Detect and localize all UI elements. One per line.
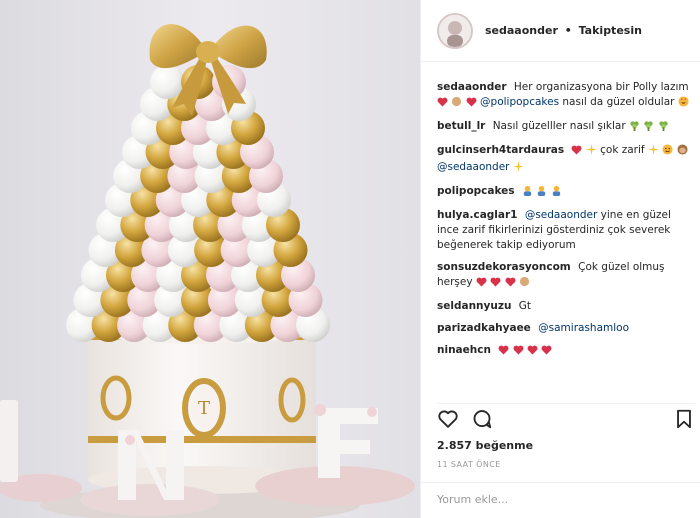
comment-text: çok zarif xyxy=(600,144,645,156)
heart-emoji-icon xyxy=(527,345,538,360)
caption: sedaaonder Her organizasyona bir Polly l… xyxy=(437,80,695,112)
post-details-panel: sedaaonder • Takiptesin sedaaonder Her o… xyxy=(420,0,700,518)
comment-item: polipopcakes xyxy=(437,184,695,201)
post-timestamp: 11 SAAT ÖNCE xyxy=(437,460,501,469)
sparkle-emoji-icon xyxy=(647,144,659,160)
heart-outline-icon xyxy=(438,410,458,428)
comment-text: Gt xyxy=(518,300,532,312)
author-avatar[interactable] xyxy=(437,12,473,49)
heart-emoji-icon xyxy=(437,97,448,112)
comment-button[interactable] xyxy=(471,408,493,430)
post-photo[interactable]: T xyxy=(0,0,420,518)
post-actions xyxy=(437,408,695,430)
cake-photo: T xyxy=(0,0,420,518)
bouquet-emoji-icon xyxy=(643,120,654,136)
comment-username[interactable]: hulya.caglar1 xyxy=(437,209,517,221)
bouquet-emoji-icon xyxy=(658,120,669,136)
comment-item: gulcinserh4tardauras çok zarif @sedaaond… xyxy=(437,143,695,177)
bowing-person-emoji-icon xyxy=(522,185,533,201)
comment-text: Nasıl güzelller nasıl şıklar xyxy=(492,120,626,132)
monkey-emoji-icon xyxy=(677,144,688,160)
mention-link[interactable]: @samirashamloo xyxy=(538,322,629,334)
bowing-person-emoji-icon xyxy=(551,185,562,201)
comment-username[interactable]: parizadkahyaee xyxy=(437,322,531,334)
comment-username[interactable]: betull_lr xyxy=(437,120,485,132)
comments-list: sedaaonder Her organizasyona bir Polly l… xyxy=(437,80,695,367)
heart-emoji-icon xyxy=(490,277,501,292)
heart-emoji-icon xyxy=(498,345,509,360)
mention-link[interactable]: @sedaaonder xyxy=(437,161,510,173)
sparkle-emoji-icon xyxy=(585,144,597,160)
caption-text: Her organizasyona bir Polly lazım xyxy=(513,81,689,93)
cake-monogram: T xyxy=(198,398,210,419)
author-username[interactable]: sedaaonder xyxy=(485,24,558,37)
clap-emoji-icon xyxy=(451,96,462,112)
heart-emoji-icon xyxy=(505,277,516,292)
smile-emoji-icon xyxy=(662,144,673,160)
add-comment-input[interactable]: Yorum ekle... xyxy=(437,493,508,506)
header-separator: • xyxy=(564,24,572,37)
comment-item: parizadkahyaee @samirashamloo xyxy=(437,321,695,336)
like-button[interactable] xyxy=(437,408,459,430)
comment-username[interactable]: gulcinserh4tardauras xyxy=(437,144,564,156)
add-comment-bar: Yorum ekle... xyxy=(421,482,700,518)
comment-bubble-icon xyxy=(473,410,492,429)
follow-status[interactable]: Takiptesin xyxy=(579,24,642,37)
comment-item: hulya.caglar1 @sedaaonder yine en güzel … xyxy=(437,208,695,253)
clap-emoji-icon xyxy=(519,276,530,292)
post-header: sedaaonder • Takiptesin xyxy=(421,0,700,62)
like-count[interactable]: 2.857 beğenme xyxy=(437,439,533,452)
heart-emoji-icon xyxy=(571,145,582,160)
heart-emoji-icon xyxy=(541,345,552,360)
save-button[interactable] xyxy=(673,408,695,430)
heart-emoji-icon xyxy=(476,277,487,292)
mention-link[interactable]: @polipopcakes xyxy=(480,96,559,108)
cake-pop xyxy=(150,65,184,99)
comment-username[interactable]: sonsuzdekorasyoncom xyxy=(437,261,571,273)
caption-text-2: nasıl da güzel oldular xyxy=(562,96,675,108)
bowing-person-emoji-icon xyxy=(536,185,547,201)
heart-emoji-icon xyxy=(466,97,477,112)
heart-eyes-emoji-icon xyxy=(678,96,689,112)
comment-username[interactable]: seldannyuzu xyxy=(437,300,511,312)
comment-username[interactable]: polipopcakes xyxy=(437,185,515,197)
bookmark-icon xyxy=(677,409,691,429)
bouquet-emoji-icon xyxy=(629,120,640,136)
comment-item: seldannyuzu Gt xyxy=(437,299,695,314)
sparkle-emoji-icon xyxy=(512,161,524,177)
comment-username[interactable]: ninaehcn xyxy=(437,344,491,356)
heart-emoji-icon xyxy=(513,345,524,360)
comment-username[interactable]: sedaaonder xyxy=(437,81,507,93)
comment-item: betull_lr Nasıl güzelller nasıl şıklar xyxy=(437,119,695,136)
mention-link[interactable]: @sedaaonder xyxy=(525,209,598,221)
comment-item: sonsuzdekorasyoncom Çok güzel olmuş herş… xyxy=(437,260,695,292)
comment-item: ninaehcn xyxy=(437,343,695,360)
